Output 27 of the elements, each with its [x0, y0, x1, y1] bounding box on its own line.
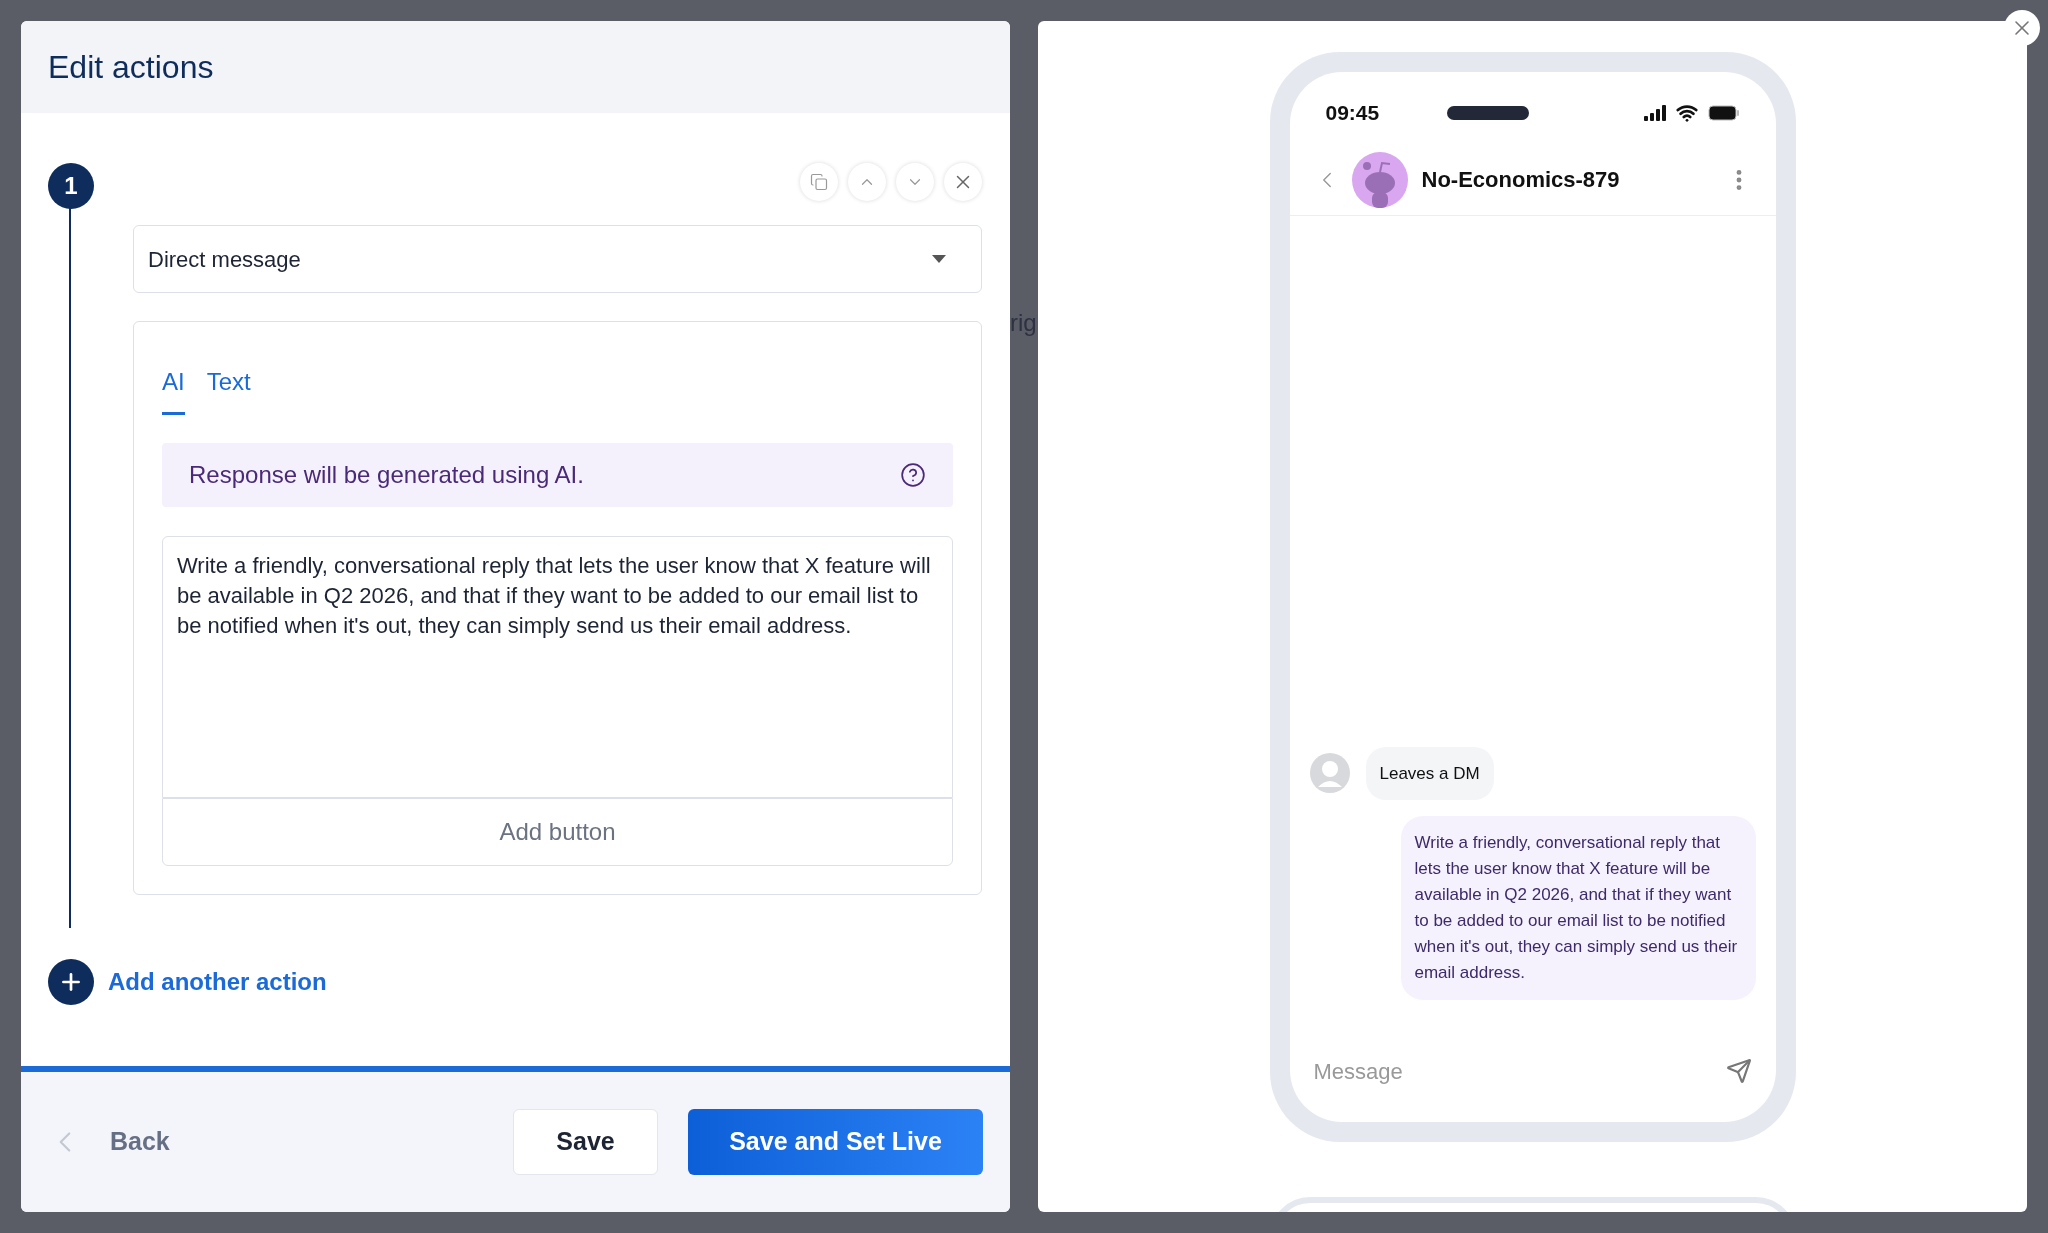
wifi-icon: [1675, 102, 1698, 124]
back-button[interactable]: Back: [110, 1123, 170, 1161]
action-type-dropdown[interactable]: Direct message: [133, 225, 982, 293]
copy-icon[interactable]: [800, 163, 838, 201]
prompt-field[interactable]: Write a friendly, conversational reply that lets the user know that X feature will be available in Q2 2026, and that if they want to be added to our email list to be notified when it's out, they can simply send us their email address.: [162, 536, 953, 798]
add-button[interactable]: Add button: [162, 798, 953, 866]
avatar-icon: [1351, 151, 1408, 208]
dropdown-caret-icon: [931, 254, 947, 264]
step-number: 1: [48, 163, 94, 209]
panel-title: Edit actions: [48, 48, 214, 87]
save-live-button[interactable]: Save and Set Live: [688, 1109, 983, 1175]
user-avatar-icon: [1309, 753, 1350, 794]
info-text: Response will be generated using AI.: [189, 460, 584, 490]
battery-icon: [1707, 105, 1740, 121]
add-action-link[interactable]: Add another action: [108, 964, 327, 1000]
message-bubble: Leaves a DM: [1365, 746, 1494, 800]
close-icon[interactable]: [944, 163, 982, 201]
tab[interactable]: Text: [206, 364, 251, 415]
reply-bubble: Write a friendly, conversational reply that lets the user know that X feature will be available in Q2 2026, and that if they want to be added to our email list to be notified when it's out, they can simply send us their email address.: [1400, 816, 1756, 1000]
message-field[interactable]: Message: [1313, 1054, 1726, 1088]
status-time: 09:45: [1325, 100, 1380, 127]
tab[interactable]: AI: [162, 364, 185, 415]
contact-name: No-Economics-879: [1421, 166, 1620, 194]
save-button[interactable]: Save: [513, 1109, 658, 1175]
signal-icon: [1643, 105, 1668, 121]
help-icon[interactable]: [900, 462, 926, 488]
send-icon[interactable]: [1725, 1058, 1752, 1084]
